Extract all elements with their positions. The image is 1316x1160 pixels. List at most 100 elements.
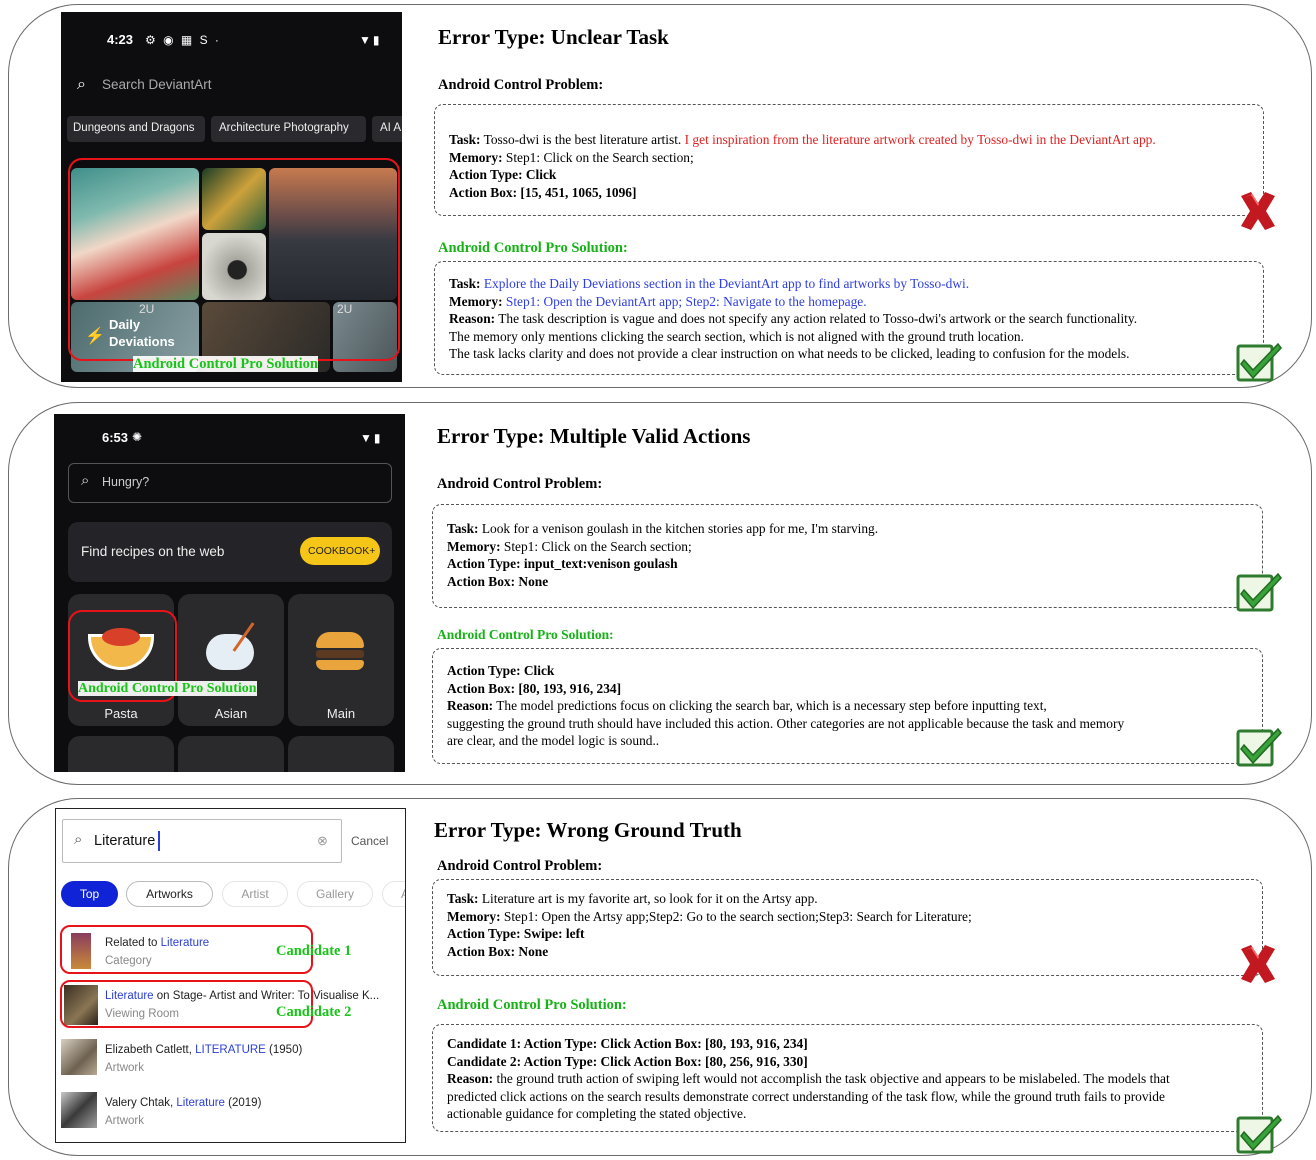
action-type: Action Type: Click [449,167,557,183]
text-cursor [158,831,160,851]
tile-partial[interactable] [68,736,174,772]
overlay-label: Android Control Pro Solution [78,681,257,696]
battery-icon: ▼▮ [360,431,383,445]
tile-label: Pasta [104,706,138,721]
reason-text: predicted click actions on the search re… [447,1088,1165,1104]
tab-gallery[interactable]: Gallery [297,881,373,907]
burger-bun [316,660,364,670]
settings-status-icon: ✺ [132,430,145,444]
task-label: Task: [447,891,479,906]
task-text: Literature art is my favorite art, so lo… [478,891,818,906]
tab-top[interactable]: Top [61,881,118,907]
overlay-label: Android Control Pro Solution [133,356,318,372]
tab-more[interactable]: A [382,881,405,907]
tile-label: Asian [214,706,248,721]
task-text: Tosso-dwi is the best literature artist. [480,132,682,147]
memory-text: Step1: Click on the Search section; [500,538,692,554]
solution-title: Android Control Pro Solution: [437,997,627,1013]
solution-title: Android Control Pro Solution: [437,627,614,642]
heading: Error Type: Multiple Valid Actions [437,424,751,448]
search-icon: ⌕ [74,831,83,848]
search-icon: ⌕ [77,76,86,93]
action-type: Action Type: Click [447,663,555,678]
tab-artist[interactable]: Artist [222,881,288,907]
chip-architecture[interactable]: Architecture Photography [219,122,349,134]
result-title[interactable]: Elizabeth Catlett, LITERATURE (1950) [105,1044,302,1056]
tile-asian[interactable]: Asian [178,594,284,726]
memory-text-blue: Step1: Open the DeviantArt app; Step2: N… [502,293,867,309]
problem-box: Task: Look for a venison goulash in the … [432,504,1263,608]
tab-label: Top [79,887,100,901]
status-time: 6:53 [102,430,129,445]
clear-icon[interactable]: ⊗ [317,833,328,849]
deviantart-screenshot: 4:23 ⚙ ◉ ▦ S · ▼▮ ⌕ Search DeviantArt Du… [61,12,402,382]
task-text-blue: Explore the Daily Deviations section in … [480,276,970,291]
memory-label: Memory: [449,149,503,165]
reason-text: The task lacks clarity and does not prov… [449,346,1130,362]
candidate-2-label: Candidate 2 [276,1004,352,1020]
action-box: Action Box: None [447,573,549,589]
candidate-2-action: Candidate 2: Action Type: Click Action B… [447,1053,808,1069]
candidate-1-label: Candidate 1 [276,943,352,959]
cookbook-button-label: COOKBOOK+ [308,545,376,557]
result-title-highlight: LITERATURE [195,1044,266,1056]
memory-text: Step1: Click on the Search section; [502,149,694,165]
chip-dungeons[interactable]: Dungeons and Dragons [73,122,194,134]
check-mark-icon [1236,727,1282,767]
cancel-button[interactable]: Cancel [351,834,388,848]
tile-partial[interactable] [288,736,394,772]
tab-label: Artworks [146,887,193,901]
banner-text: Find recipes on the web [81,544,225,559]
tab-label: Artist [241,887,269,901]
battery-icon: ▼▮ [359,33,382,47]
problem-title: Android Control Problem: [437,858,603,874]
task-text-red: I get inspiration from the literature ar… [681,132,1156,147]
memory-label: Memory: [447,908,501,924]
check-mark-icon [1236,1114,1282,1154]
search-icon: ⌕ [81,472,90,489]
task-label: Task: [449,132,481,147]
memory-label: Memory: [447,538,501,554]
solution-box: Task: Explore the Daily Deviations secti… [434,261,1264,375]
result-thumbnail [61,1039,97,1075]
action-box: Action Box: [80, 193, 916, 234] [447,680,622,696]
tab-artworks[interactable]: Artworks [126,881,213,907]
check-mark-icon [1236,342,1282,382]
reason-text: the ground truth action of swiping left … [493,1071,1170,1087]
problem-title: Android Control Problem: [437,476,603,492]
tile-partial[interactable] [178,736,284,772]
memory-label: Memory: [449,293,503,309]
kitchen-stories-screenshot: 6:53 ✺ ▼▮ ⌕ Hungry? Find recipes on the … [54,414,405,772]
solution-title: Android Control Pro Solution: [438,240,628,256]
result-title-highlight: Literature [176,1097,225,1109]
result-thumbnail [61,1092,97,1128]
result-subtitle: Artwork [105,1062,144,1074]
problem-title: Android Control Problem: [438,77,604,93]
result-title-text: Valery Chtak, [105,1097,177,1109]
heading: Error Type: Unclear Task [438,25,669,49]
action-type: Action Type: input_text:venison goulash [447,556,678,572]
reason-label: Reason: [447,698,494,714]
reason-text: The task description is vague and does n… [495,311,1138,327]
tile-label: Main [326,706,356,721]
reason-text: suggesting the ground truth should have … [447,715,1125,731]
task-label: Task: [449,276,481,291]
heading: Error Type: Wrong Ground Truth [434,818,742,842]
reason-label: Reason: [449,311,496,327]
check-mark-icon [1236,572,1282,612]
reason-text: The memory only mentions clicking the se… [449,328,1024,344]
candidate-1-action: Candidate 1: Action Type: Click Action B… [447,1036,808,1051]
problem-box: Task: Tosso-dwi is the best literature a… [434,104,1264,216]
reason-text: are clear, and the model logic is sound.… [447,733,660,749]
burger-patty [316,650,364,658]
cross-mark-icon [1241,192,1275,230]
action-box: Action Box: [15, 451, 1065, 1096] [449,184,637,200]
solution-box: Action Type: Click Action Box: [80, 193,… [432,648,1263,764]
result-title[interactable]: Valery Chtak, Literature (2019) [105,1097,261,1109]
search-input[interactable]: Search DeviantArt [102,77,212,92]
chip-ai[interactable]: AI A [380,122,401,134]
tile-main[interactable]: Main [288,594,394,726]
reason-text: actionable guidance for completing the s… [447,1106,747,1122]
search-input[interactable]: Hungry? [102,475,149,489]
search-input[interactable]: Literature [94,833,155,849]
